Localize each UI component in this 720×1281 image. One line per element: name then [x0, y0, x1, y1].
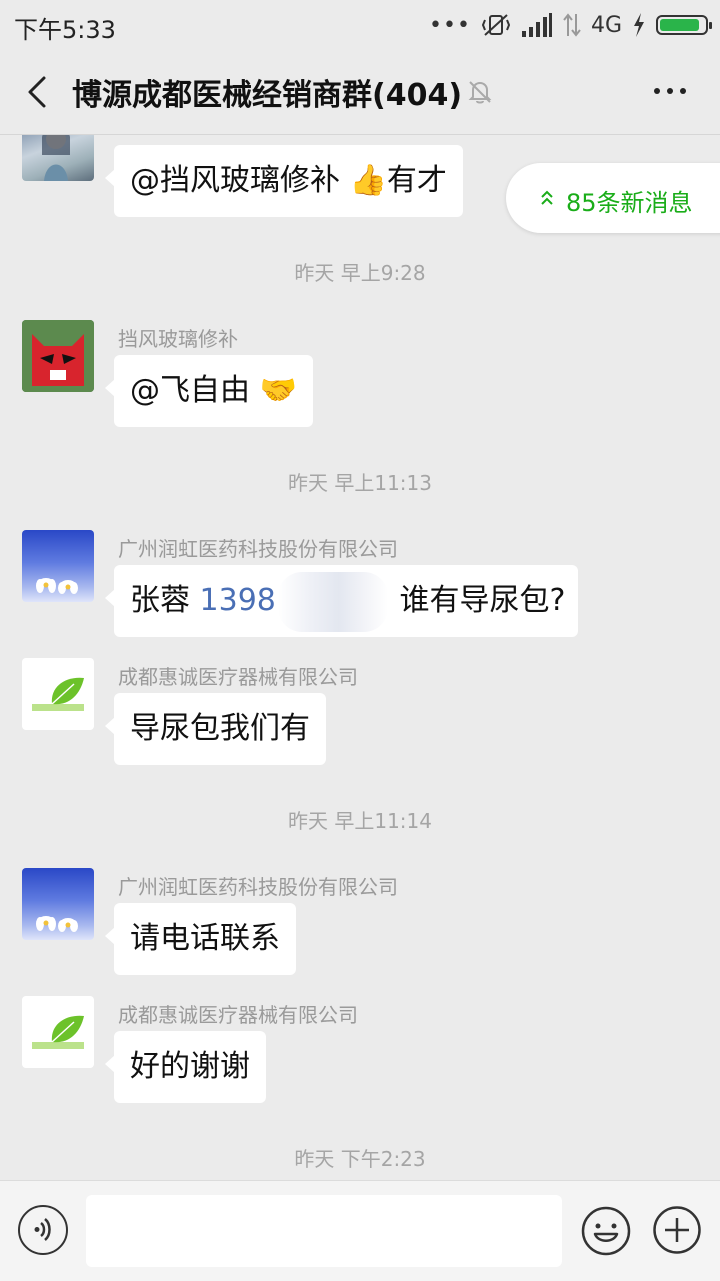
avatar-leaf-logo: [32, 677, 84, 711]
signal-icon: [521, 13, 552, 37]
new-messages-button[interactable]: 85条新消息: [506, 163, 720, 233]
emoji-icon[interactable]: [580, 1205, 632, 1257]
timestamp: 昨天 早上11:13: [288, 471, 432, 495]
vibrate-muted-icon: [481, 14, 511, 36]
avatar[interactable]: [22, 868, 94, 940]
sender-name: 成都惠诚医疗器械有限公司: [118, 665, 358, 689]
message-bubble[interactable]: 导尿包我们有: [105, 693, 326, 765]
phone-link[interactable]: 1398: [200, 583, 276, 618]
network-type: 4G: [590, 12, 622, 38]
status-icons: ••• 4G: [429, 8, 712, 42]
avatar[interactable]: [22, 658, 94, 730]
avatar-flowers: [36, 578, 78, 594]
status-bar: 下午5:33 ••• 4G: [0, 0, 720, 50]
chat-title[interactable]: 博源成都医械经销商群(404): [72, 70, 462, 114]
more-dots-icon[interactable]: [652, 80, 688, 102]
bell-muted-icon: [468, 81, 492, 104]
message-bubble[interactable]: @飞自由 🤝: [105, 355, 313, 427]
voice-icon: [34, 1218, 51, 1241]
avatar[interactable]: [22, 996, 94, 1068]
charging-icon: [634, 13, 644, 37]
message-text: 张蓉: [130, 583, 200, 618]
avatar-flowers: [36, 916, 78, 932]
data-transfer-icon: [563, 13, 581, 37]
message-bubble[interactable]: 请电话联系: [105, 903, 296, 975]
sender-name: 广州润虹医药科技股份有限公司: [118, 875, 398, 899]
timestamp: 昨天 下午2:23: [294, 1147, 426, 1171]
timestamp: 昨天 早上9:28: [294, 261, 426, 285]
avatar-illustration: [42, 135, 70, 181]
avatar[interactable]: [22, 530, 94, 602]
message-text: 谁有导尿包?: [389, 583, 566, 618]
chat-header: 博源成都医械经销商群(404): [0, 50, 720, 135]
voice-button[interactable]: [18, 1205, 68, 1255]
sender-name: 成都惠诚医疗器械有限公司: [118, 1003, 358, 1027]
battery-level: [660, 19, 700, 31]
new-messages-label: 85条新消息: [566, 189, 693, 217]
plus-icon[interactable]: [652, 1205, 702, 1255]
message-input[interactable]: [86, 1195, 562, 1267]
chevron-left-icon[interactable]: [20, 74, 56, 110]
avatar-leaf-logo: [32, 1015, 84, 1049]
avatar[interactable]: [22, 135, 94, 181]
redacted-blur: [277, 571, 388, 632]
timestamp: 昨天 早上11:14: [288, 809, 432, 833]
status-time: 下午5:33: [14, 16, 116, 44]
double-chevron-up-icon: [541, 190, 553, 205]
input-bar: [0, 1180, 720, 1281]
message-bubble[interactable]: @挡风玻璃修补 👍有才: [105, 145, 463, 217]
sender-name: 广州润虹医药科技股份有限公司: [118, 537, 398, 561]
message-bubble[interactable]: 好的谢谢: [105, 1031, 266, 1103]
more-notifications-icon: •••: [429, 12, 471, 38]
message-bubble[interactable]: 张蓉 1398 谁有导尿包?: [105, 565, 578, 637]
chat-message-list[interactable]: @挡风玻璃修补 👍有才 昨天 早上9:28 挡风玻璃修补 @飞自由 🤝 昨天 早…: [0, 135, 720, 1180]
battery-icon: [656, 15, 712, 35]
sender-name: 挡风玻璃修补: [118, 327, 238, 351]
avatar[interactable]: [22, 320, 94, 392]
avatar-red-cat: [22, 320, 94, 392]
